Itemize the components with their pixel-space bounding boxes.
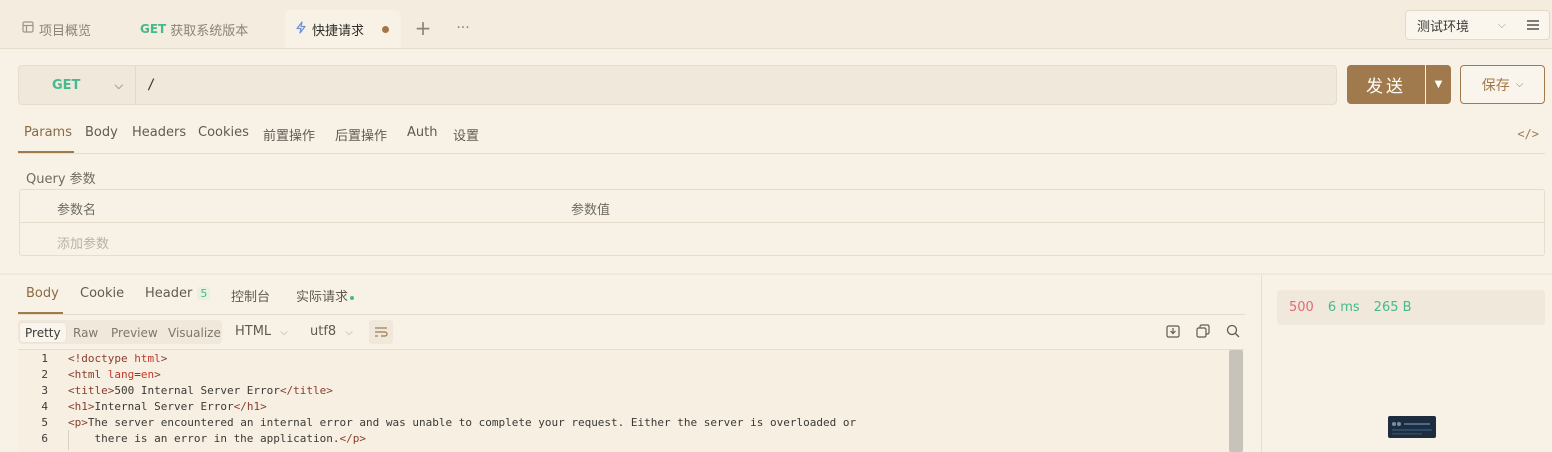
tab-actual-request[interactable]: 实际请求 xyxy=(296,286,355,305)
copy-icon[interactable] xyxy=(1196,324,1212,340)
tab-label: 获取系统版本 xyxy=(170,23,249,39)
code-line: there is an error in the application.</p… xyxy=(68,432,367,445)
tab-auth[interactable]: Auth xyxy=(407,125,437,140)
url-input[interactable] xyxy=(147,75,1247,95)
tab-headers[interactable]: Headers xyxy=(132,125,186,140)
search-icon[interactable] xyxy=(1226,324,1242,340)
view-preview-button[interactable]: Preview xyxy=(106,323,163,342)
tab-body[interactable]: Body xyxy=(85,125,118,140)
chevron-down-icon: ⌵ xyxy=(1497,18,1506,31)
url-bar: GET ⌵ xyxy=(18,65,1337,105)
code-line: <title>500 Internal Server Error</title> xyxy=(68,384,333,397)
chevron-down-icon: ⌵ xyxy=(114,79,123,92)
tab-label: 项目概览 xyxy=(39,23,92,39)
response-body-code[interactable]: 1 2 3 4 5 6 <!doctype html> <html lang=e… xyxy=(18,349,1244,452)
response-status-bar: 500 6 ms 265 B xyxy=(1277,290,1545,325)
word-wrap-icon[interactable] xyxy=(369,320,393,344)
tab-console[interactable]: 控制台 xyxy=(231,286,270,305)
tab-get-system-version[interactable]: GET 获取系统版本 xyxy=(130,10,258,48)
param-name-header: 参数名 xyxy=(57,203,97,218)
chevron-down-icon: ▼ xyxy=(1434,79,1443,90)
line-number: 3 xyxy=(41,384,48,397)
environment-menu-button[interactable] xyxy=(1516,10,1550,40)
tab-response-body[interactable]: Body xyxy=(26,286,59,301)
unsaved-dot-icon xyxy=(382,25,390,33)
code-line: <!doctype html> xyxy=(68,352,168,365)
tab-quick-request[interactable]: 快捷请求 xyxy=(285,10,401,48)
environment-label: 测试环境 xyxy=(1417,19,1470,35)
view-pretty-button[interactable]: Pretty xyxy=(20,323,66,342)
line-number: 6 xyxy=(41,432,48,445)
tab-cookies[interactable]: Cookies xyxy=(198,125,249,140)
save-button[interactable]: 保存 ⌵ xyxy=(1460,65,1545,104)
more-tabs-button[interactable]: ··· xyxy=(450,15,476,41)
tab-label: 快捷请求 xyxy=(312,23,365,39)
tab-pre-request[interactable]: 前置操作 xyxy=(263,125,315,144)
view-visualize-button[interactable]: Visualize xyxy=(163,323,226,342)
add-param-input[interactable]: 添加参数 xyxy=(57,233,109,252)
status-code: 500 xyxy=(1289,300,1314,315)
send-button[interactable]: 发送 xyxy=(1347,65,1425,104)
active-tab-indicator xyxy=(18,312,63,314)
tab-project-overview[interactable]: 项目概览 xyxy=(12,10,101,48)
tab-settings[interactable]: 设置 xyxy=(453,125,479,144)
chevron-down-icon: ⌵ xyxy=(280,327,288,338)
hamburger-icon xyxy=(1526,20,1539,30)
response-size: 265 B xyxy=(1373,300,1412,315)
code-scrollbar[interactable] xyxy=(1229,350,1243,452)
environment-select[interactable]: 测试环境 ⌵ xyxy=(1405,10,1517,40)
indent-guide xyxy=(68,430,69,450)
response-time: 6 ms xyxy=(1327,300,1360,315)
tab-post-request[interactable]: 后置操作 xyxy=(335,125,387,144)
code-line: <p>The server encountered an internal er… xyxy=(68,416,857,429)
tab-response-cookie[interactable]: Cookie xyxy=(80,286,124,301)
params-table-header: 参数名 参数值 xyxy=(20,190,1544,223)
view-mode-segment: Pretty Raw Preview Visualize xyxy=(18,320,222,344)
add-tab-button[interactable]: + xyxy=(410,15,436,41)
response-tabs: Body Cookie Header 5 控制台 实际请求 xyxy=(18,275,1245,315)
line-number: 1 xyxy=(41,352,48,365)
request-tabs: Params Body Headers Cookies 前置操作 后置操作 Au… xyxy=(18,115,1545,154)
method-select[interactable]: GET ⌵ xyxy=(19,66,136,104)
code-line: <h1>Internal Server Error</h1> xyxy=(68,400,267,413)
code-line: <html lang=en> xyxy=(68,368,161,381)
header-count-badge: 5 xyxy=(197,287,211,300)
line-number: 2 xyxy=(41,368,48,381)
code-icon[interactable]: </> xyxy=(1517,127,1539,141)
method-tag: GET xyxy=(140,22,167,36)
params-table: 参数名 参数值 添加参数 xyxy=(19,189,1545,256)
line-number: 4 xyxy=(41,400,48,413)
encoding-select[interactable]: utf8 ⌵ xyxy=(310,324,353,339)
send-options-button[interactable]: ▼ xyxy=(1426,65,1451,104)
lightning-icon xyxy=(295,20,307,38)
status-dot-icon xyxy=(350,295,355,300)
floating-thumbnail[interactable] xyxy=(1388,416,1436,438)
format-select[interactable]: HTML ⌵ xyxy=(235,324,288,339)
download-icon[interactable] xyxy=(1166,324,1182,340)
view-raw-button[interactable]: Raw xyxy=(68,323,103,342)
response-divider[interactable] xyxy=(1261,275,1262,452)
line-number: 5 xyxy=(41,416,48,429)
layout-icon xyxy=(22,21,34,37)
chevron-down-icon: ⌵ xyxy=(345,327,353,338)
query-params-label: Query 参数 xyxy=(26,172,96,187)
tab-params[interactable]: Params xyxy=(24,125,72,140)
tab-response-header[interactable]: Header 5 xyxy=(145,286,211,301)
active-tab-indicator xyxy=(18,151,74,153)
chevron-down-icon: ⌵ xyxy=(1515,79,1524,90)
tab-bar: 项目概览 GET 获取系统版本 快捷请求 + ··· xyxy=(0,0,1552,49)
param-value-header: 参数值 xyxy=(571,203,611,218)
